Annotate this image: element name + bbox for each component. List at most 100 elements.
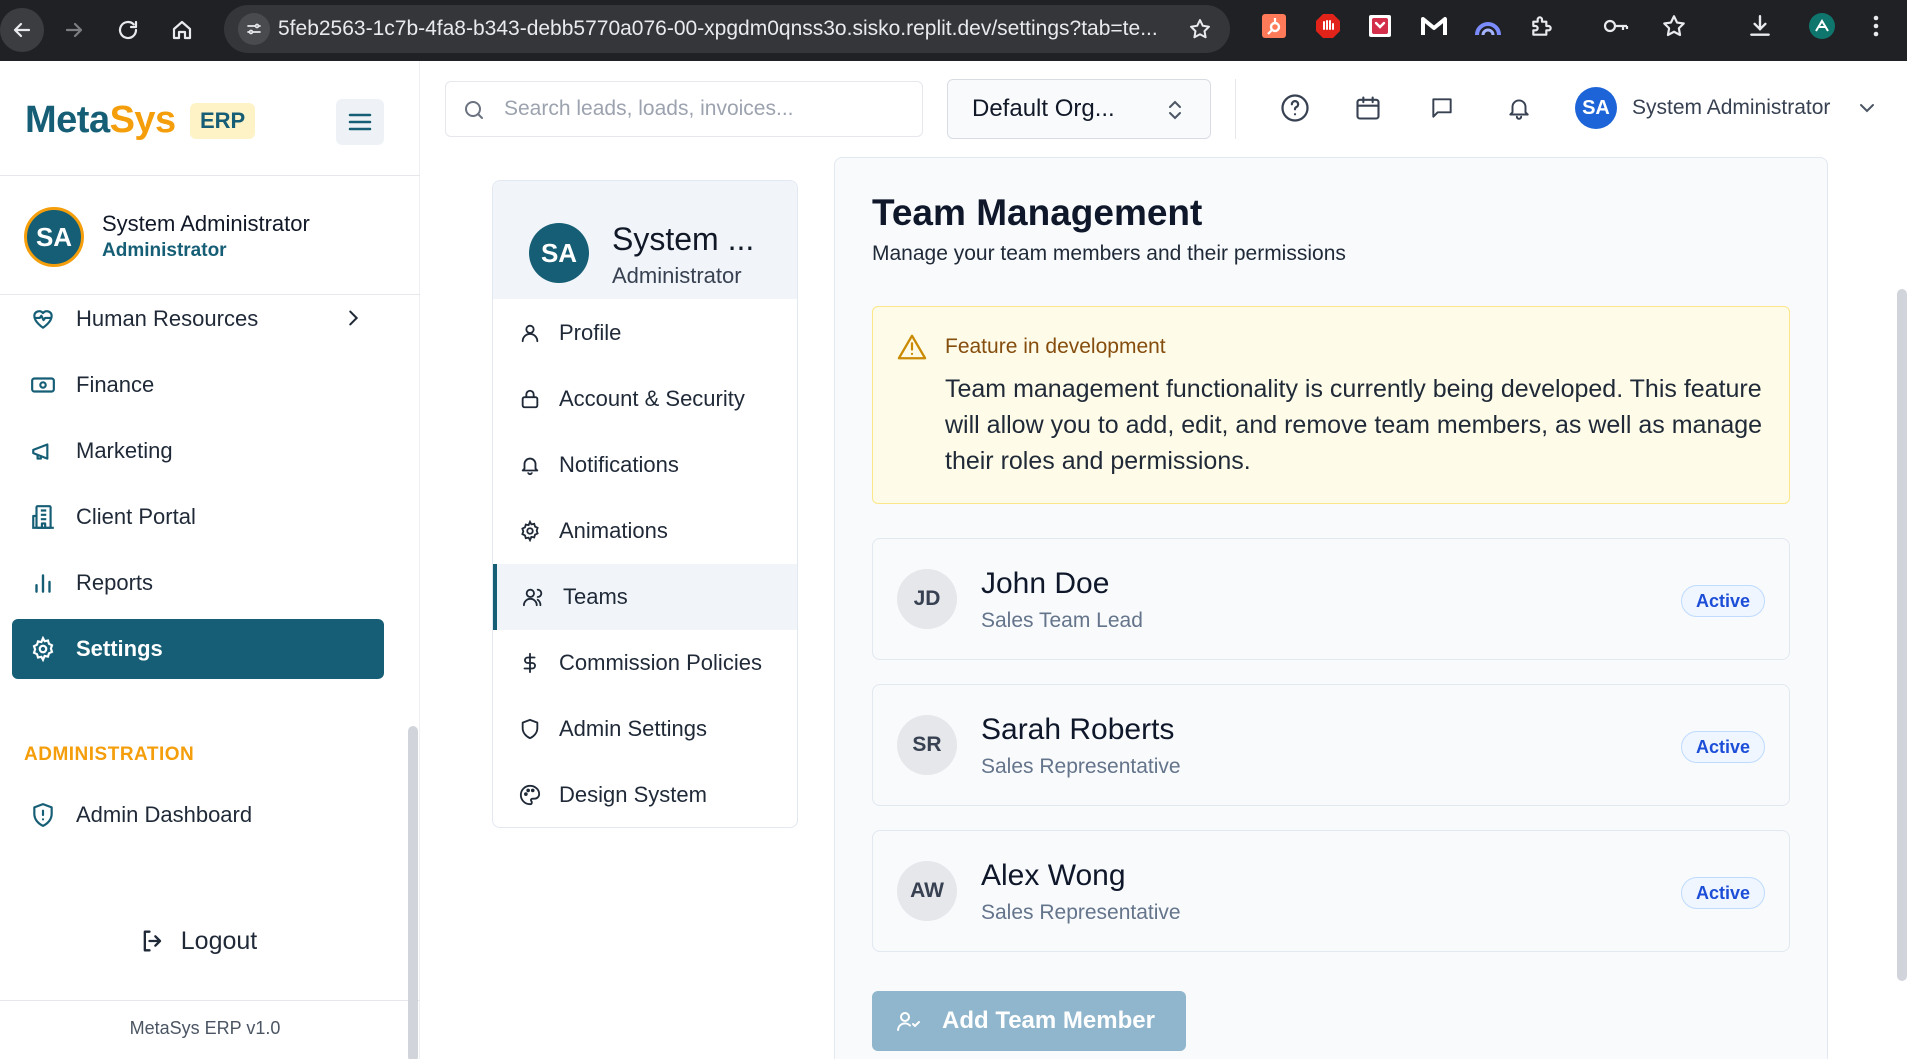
sidebar-section-heading: ADMINISTRATION <box>24 744 195 765</box>
sidebar-item-marketing[interactable]: Marketing <box>12 421 384 481</box>
settings-tab-account-security[interactable]: Account & Security <box>493 366 797 432</box>
dollar-icon <box>517 650 543 676</box>
status-badge: Active <box>1680 877 1765 909</box>
home-icon <box>170 18 194 42</box>
member-avatar: JD <box>897 569 957 629</box>
settings-user-avatar: SA <box>529 223 589 283</box>
user-icon <box>517 320 543 346</box>
arc-extension-icon[interactable] <box>1474 12 1502 40</box>
settings-tab-profile[interactable]: Profile <box>493 300 797 366</box>
member-name: John Doe <box>981 567 1110 600</box>
download-icon[interactable] <box>1746 12 1774 40</box>
header-user-name[interactable]: System Administrator <box>1632 96 1830 120</box>
banknote-icon <box>28 370 58 400</box>
hubspot-extension-icon[interactable] <box>1260 12 1288 40</box>
header-divider <box>1235 79 1236 139</box>
megaphone-icon <box>28 436 58 466</box>
settings-tab-label: Animations <box>559 518 668 543</box>
sidebar-item-client-portal[interactable]: Client Portal <box>12 487 384 547</box>
bookmark-star-icon[interactable] <box>1188 17 1212 41</box>
organization-select[interactable]: Default Org... <box>947 79 1211 139</box>
sidebar-scrollbar[interactable] <box>408 726 418 1059</box>
extensions-puzzle-icon[interactable] <box>1528 12 1556 40</box>
sidebar-divider <box>0 175 420 176</box>
settings-tab-teams[interactable]: Teams <box>493 564 797 630</box>
app-version: MetaSys ERP v1.0 <box>129 1018 281 1038</box>
calendar-icon <box>1354 94 1382 122</box>
adblock-extension-icon[interactable] <box>1314 12 1342 40</box>
sidebar-item-finance[interactable]: Finance <box>12 355 384 415</box>
palette-icon <box>517 782 543 808</box>
logout-label: Logout <box>180 926 258 955</box>
bell-icon <box>517 452 543 478</box>
sidebar-item-reports[interactable]: Reports <box>12 553 384 613</box>
alert-title: Feature in development <box>945 335 1166 358</box>
search-input[interactable] <box>504 94 904 124</box>
settings-tab-notifications[interactable]: Notifications <box>493 432 797 498</box>
help-button[interactable] <box>1278 91 1312 125</box>
erp-badge: ERP <box>190 103 256 139</box>
team-member-card[interactable]: AW Alex Wong Sales Representative Active <box>872 830 1790 952</box>
member-name: Sarah Roberts <box>981 713 1175 746</box>
brand-name-part2: Sys <box>109 99 177 141</box>
search-icon <box>462 98 486 122</box>
browser-menu-icon[interactable] <box>1862 12 1890 40</box>
sidebar-user-avatar: SA <box>24 207 84 267</box>
settings-tab-label: Commission Policies <box>559 650 762 675</box>
shield-icon <box>517 716 543 742</box>
gear-icon <box>517 518 543 544</box>
header-user-avatar[interactable]: SA <box>1575 87 1617 129</box>
settings-tab-animations[interactable]: Animations <box>493 498 797 564</box>
address-bar[interactable]: 5feb2563-1c7b-4fa8-b343-debb5770a076-00-… <box>224 5 1230 53</box>
sidebar-item-label: Admin Dashboard <box>76 802 253 827</box>
settings-tab-design-system[interactable]: Design System <box>493 762 797 827</box>
add-team-member-button[interactable]: Add Team Member <box>872 991 1186 1051</box>
messages-button[interactable] <box>1425 91 1459 125</box>
brand-name-part1: Meta <box>25 99 110 141</box>
sidebar-item-label: Human Resources <box>76 306 259 331</box>
sidebar-toggle-button[interactable] <box>336 99 384 145</box>
arrow-left-icon <box>10 18 34 42</box>
bell-icon <box>1506 95 1532 121</box>
site-settings-icon[interactable] <box>238 13 270 45</box>
sidebar-item-human-resources[interactable]: Human Resources <box>12 289 384 349</box>
member-avatar: AW <box>897 861 957 921</box>
bar-chart-icon <box>28 568 58 598</box>
browser-home-button[interactable] <box>160 8 204 52</box>
pocket-extension-icon[interactable] <box>1366 12 1394 40</box>
settings-user-name: System ... <box>612 221 755 257</box>
status-badge: Active <box>1680 731 1765 763</box>
global-search[interactable] <box>445 81 923 137</box>
brand-logo[interactable]: MetaSys <box>25 99 176 142</box>
member-role: Sales Representative <box>981 901 1181 924</box>
browser-back-button[interactable] <box>0 8 44 52</box>
settings-tab-commission-policies[interactable]: Commission Policies <box>493 630 797 696</box>
settings-user-role: Administrator <box>612 263 742 288</box>
sidebar-item-label: Finance <box>76 372 155 397</box>
settings-tab-admin-settings[interactable]: Admin Settings <box>493 696 797 762</box>
browser-reload-button[interactable] <box>106 8 150 52</box>
malwarebytes-extension-icon[interactable] <box>1420 12 1448 40</box>
url-text[interactable]: 5feb2563-1c7b-4fa8-b343-debb5770a076-00-… <box>278 17 1178 41</box>
sidebar-item-admin-dashboard[interactable]: Admin Dashboard <box>12 785 384 845</box>
reading-list-icon[interactable] <box>1660 12 1688 40</box>
chevron-down-icon[interactable] <box>1858 101 1876 115</box>
logout-button[interactable]: Logout <box>12 909 384 973</box>
team-member-card[interactable]: SR Sarah Roberts Sales Representative Ac… <box>872 684 1790 806</box>
sidebar-item-label: Marketing <box>76 438 173 463</box>
organization-select-value: Default Org... <box>972 95 1115 122</box>
status-badge: Active <box>1680 585 1765 617</box>
sidebar-item-settings[interactable]: Settings <box>12 619 384 679</box>
gear-icon <box>28 634 58 664</box>
notifications-button[interactable] <box>1502 91 1536 125</box>
team-member-card[interactable]: JD John Doe Sales Team Lead Active <box>872 538 1790 660</box>
profile-avatar-icon[interactable] <box>1808 12 1836 40</box>
browser-forward-button[interactable] <box>52 8 96 52</box>
password-key-icon[interactable] <box>1602 12 1630 40</box>
calendar-button[interactable] <box>1351 91 1385 125</box>
page-title: Team Management <box>872 192 1203 233</box>
page-scrollbar[interactable] <box>1897 289 1907 981</box>
hamburger-menu-icon <box>348 112 372 132</box>
shield-alert-icon <box>28 800 58 830</box>
settings-tab-label: Notifications <box>559 452 679 477</box>
